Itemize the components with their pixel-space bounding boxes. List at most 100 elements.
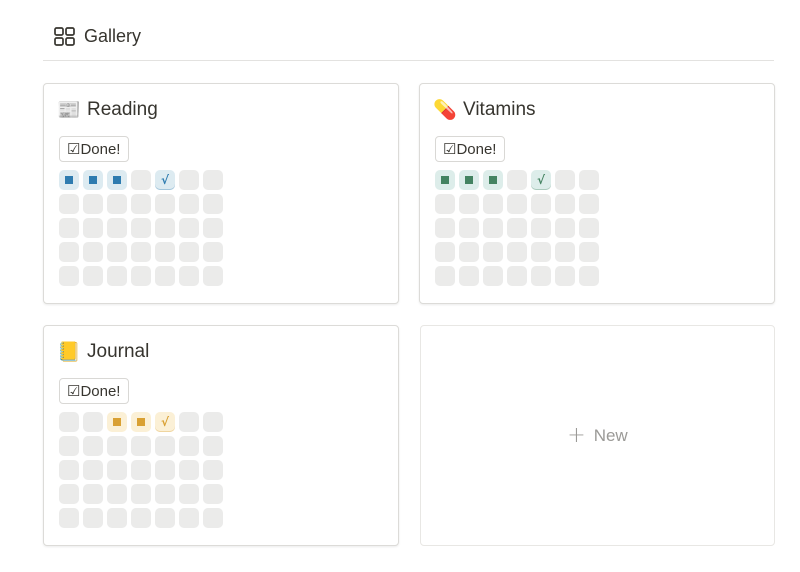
habit-cell-empty (155, 508, 175, 528)
habit-cell-empty (507, 242, 527, 262)
habit-cell-empty (59, 266, 79, 286)
habit-cell-empty (435, 266, 455, 286)
habit-cell-empty (107, 242, 127, 262)
habit-cell-empty (507, 266, 527, 286)
habit-cell-empty (203, 508, 223, 528)
habit-cell-empty (131, 218, 151, 238)
habit-cell-empty (131, 266, 151, 286)
habit-cell-empty (531, 242, 551, 262)
habit-cell-empty (531, 194, 551, 214)
habit-cell-empty (59, 484, 79, 504)
habit-cell-empty (107, 218, 127, 238)
check-icon: √ (160, 415, 169, 429)
header-divider (43, 60, 774, 61)
habit-cell-empty (107, 460, 127, 480)
habit-cell-empty (59, 508, 79, 528)
habit-cell-empty (203, 484, 223, 504)
habit-grid: √ (59, 170, 223, 286)
habit-cell-empty (459, 266, 479, 286)
habit-cell-empty (59, 218, 79, 238)
habit-cell-empty (179, 460, 199, 480)
habit-cell-empty (579, 170, 599, 190)
card-reading[interactable]: 📰 Reading ☑Done! √ (43, 83, 399, 304)
newspaper-icon: 📰 (57, 98, 81, 121)
habit-cell-empty (107, 194, 127, 214)
habit-cell-empty (203, 170, 223, 190)
habit-cell-empty (579, 266, 599, 286)
habit-cell-empty (179, 484, 199, 504)
habit-cell-empty (131, 484, 151, 504)
habit-cell-empty (531, 218, 551, 238)
habit-cell-empty (59, 436, 79, 456)
habit-cell-done (107, 412, 127, 432)
new-card-button[interactable]: + New (420, 325, 775, 546)
habit-cell-empty (83, 436, 103, 456)
habit-cell-empty (131, 170, 151, 190)
habit-cell-empty (107, 508, 127, 528)
habit-cell-empty (507, 218, 527, 238)
habit-cell-empty (83, 242, 103, 262)
habit-cell-empty (83, 460, 103, 480)
gallery-grid-icon (54, 26, 75, 46)
habit-cell-today: √ (155, 412, 175, 432)
habit-cell-done (59, 170, 79, 190)
habit-cell-empty (203, 436, 223, 456)
habit-cell-empty (59, 242, 79, 262)
card-title: 📰 Reading (57, 97, 158, 123)
habit-cell-empty (483, 242, 503, 262)
habit-cell-empty (179, 266, 199, 286)
filled-square-icon (441, 176, 449, 184)
habit-cell-empty (579, 218, 599, 238)
gallery-header: Gallery (54, 24, 141, 48)
habit-cell-empty (579, 194, 599, 214)
habit-cell-empty (179, 170, 199, 190)
habit-cell-empty (483, 194, 503, 214)
habit-cell-empty (435, 242, 455, 262)
habit-cell-empty (59, 194, 79, 214)
plus-icon: + (567, 422, 586, 448)
habit-cell-empty (155, 484, 175, 504)
card-name: Vitamins (463, 99, 536, 120)
check-icon: √ (160, 173, 169, 187)
done-button[interactable]: ☑Done! (59, 136, 130, 162)
notebook-icon: 📒 (57, 340, 81, 363)
habit-cell-empty (83, 194, 103, 214)
card-title: 💊 Vitamins (433, 97, 536, 123)
habit-cell-empty (131, 242, 151, 262)
new-card-label: New (593, 425, 628, 445)
habit-cell-empty (203, 412, 223, 432)
habit-cell-empty (83, 412, 103, 432)
check-icon: √ (536, 173, 545, 187)
habit-cell-empty (203, 242, 223, 262)
done-button[interactable]: ☑Done! (59, 378, 130, 404)
habit-cell-empty (179, 242, 199, 262)
done-button[interactable]: ☑Done! (435, 136, 506, 162)
filled-square-icon (113, 176, 121, 184)
habit-cell-empty (83, 484, 103, 504)
habit-cell-empty (459, 194, 479, 214)
habit-cell-done (83, 170, 103, 190)
habit-cell-empty (179, 218, 199, 238)
habit-cell-empty (555, 266, 575, 286)
habit-cell-empty (203, 194, 223, 214)
habit-cell-empty (107, 484, 127, 504)
card-vitamins[interactable]: 💊 Vitamins ☑Done! √ (419, 83, 775, 304)
habit-cell-empty (155, 194, 175, 214)
habit-cell-empty (579, 242, 599, 262)
filled-square-icon (89, 176, 97, 184)
card-title: 📒 Journal (57, 339, 149, 365)
habit-cell-empty (459, 242, 479, 262)
habit-cell-empty (483, 218, 503, 238)
habit-grid: √ (59, 412, 223, 528)
habit-cell-empty (107, 436, 127, 456)
card-name: Reading (87, 99, 158, 120)
habit-cell-empty (179, 194, 199, 214)
habit-cell-empty (131, 460, 151, 480)
habit-cell-empty (555, 242, 575, 262)
card-journal[interactable]: 📒 Journal ☑Done! √ (43, 325, 399, 546)
habit-cell-empty (59, 460, 79, 480)
habit-cell-empty (507, 170, 527, 190)
pill-icon: 💊 (433, 98, 457, 121)
filled-square-icon (65, 176, 73, 184)
habit-cell-empty (107, 266, 127, 286)
